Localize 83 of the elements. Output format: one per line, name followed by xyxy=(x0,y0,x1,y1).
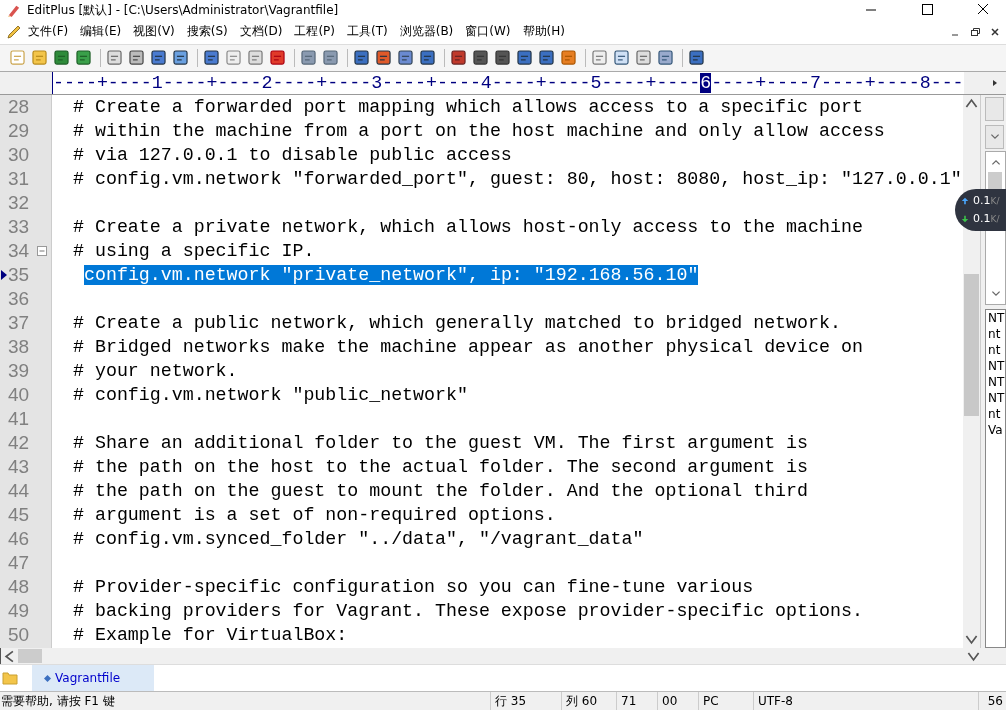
code-line: # Create a public network, which generally matched to bridged network. xyxy=(73,312,841,333)
code-line: # backing providers for Vagrant. These expose provider-specific options. xyxy=(73,600,863,621)
code-line: # the path on the guest to mount the folder. And the optional third xyxy=(73,480,809,501)
scrollbar-thumb[interactable] xyxy=(18,649,42,664)
line-number: 41 xyxy=(8,407,30,430)
code-line: # Create a private network, which allows host-only access to the machine xyxy=(73,216,863,237)
diamond-icon xyxy=(44,674,51,682)
code-line: # Bridged networks make the machine appear as another physical device on xyxy=(73,336,863,357)
code-line: # Provider-specific configuration so you can fine-tune various xyxy=(73,576,754,597)
status-field: 列 60 xyxy=(566,692,598,710)
line-number: 48 xyxy=(8,575,30,598)
code-line: # Share an additional folder to the guest VM. The first argument is xyxy=(73,432,809,453)
file-list-item[interactable]: Va xyxy=(986,421,1005,438)
status-field: UTF-8 xyxy=(758,694,793,708)
menu-item[interactable]: 编辑(E) xyxy=(80,23,122,41)
line-number: 37 xyxy=(8,311,30,334)
line-number: 44 xyxy=(8,479,30,502)
menu-item[interactable]: 窗口(W) xyxy=(465,23,511,41)
line-number: 28 xyxy=(8,95,30,118)
menu-item[interactable]: 工程(P) xyxy=(294,23,335,41)
menu-item[interactable]: 工具(T) xyxy=(347,23,388,41)
download-speed: 0.1 xyxy=(973,212,991,226)
speed-unit: K/ xyxy=(990,213,1000,224)
status-field: 56 xyxy=(987,694,1003,708)
code-line: # within the machine from a port on the host machine and only allow access xyxy=(73,120,885,141)
download-arrow-icon xyxy=(961,214,969,223)
menu-item[interactable]: 文件(F) xyxy=(28,23,69,41)
line-number: 42 xyxy=(8,431,30,454)
upload-speed: 0.1 xyxy=(973,194,991,208)
upload-arrow-icon xyxy=(961,196,969,205)
code-line: # argument is a set of non-required options. xyxy=(73,504,556,525)
menu-item[interactable]: 浏览器(B) xyxy=(399,23,454,41)
code-line: # the path on the host to the actual folder. The second argument is xyxy=(73,456,809,477)
file-list-item[interactable]: NT xyxy=(986,357,1005,374)
code-line: # your network. xyxy=(73,360,238,381)
status-field: 71 xyxy=(621,694,637,708)
speed-unit: K/ xyxy=(990,195,1000,206)
line-number: 30 xyxy=(8,143,30,166)
line-number: 50 xyxy=(8,623,30,646)
line-number: 34 xyxy=(8,239,30,262)
line-number: 38 xyxy=(8,335,30,358)
code-line: # via 127.0.0.1 to disable public access xyxy=(73,144,512,165)
menu-item[interactable]: 搜索(S) xyxy=(186,23,228,41)
status-field: 行 35 xyxy=(495,692,527,710)
scrollbar-thumb[interactable] xyxy=(988,171,1003,190)
file-list-item[interactable]: nt xyxy=(986,325,1005,342)
line-number: 32 xyxy=(8,191,30,214)
line-number: 33 xyxy=(8,215,30,238)
menu-item[interactable]: 视图(V) xyxy=(133,23,175,41)
file-list-item[interactable]: NT xyxy=(986,373,1005,390)
line-number: 43 xyxy=(8,455,30,478)
scrollbar-thumb[interactable] xyxy=(964,273,980,416)
file-tab[interactable]: Vagrantfile xyxy=(32,665,154,691)
line-number: 29 xyxy=(8,119,30,142)
line-number: 46 xyxy=(8,527,30,550)
line-number: 47 xyxy=(8,551,30,574)
code-line: # config.vm.network "public_network" xyxy=(73,384,468,405)
line-number: 39 xyxy=(8,359,30,382)
line-number: 40 xyxy=(8,383,30,406)
window-title: EditPlus [默认] - [C:\Users\Administrator\Vagrantfile] xyxy=(27,1,339,19)
code-line: # using a specific IP. xyxy=(73,240,315,261)
column-ruler: ----+----1----+----2----+----3----+----4----+----5----+----6----+----7----+----8--- xyxy=(52,71,964,94)
status-field: 00 xyxy=(662,694,678,708)
line-number: 31 xyxy=(8,167,30,190)
file-list-item[interactable]: NT xyxy=(986,309,1005,326)
code-line: # config.vm.network "forwarded_port", guest: 80, host: 8080, host_ip: "127.0.0.1" xyxy=(73,168,962,189)
menu-item[interactable]: 文档(D) xyxy=(239,23,283,41)
line-number: 49 xyxy=(8,599,30,622)
code-line: # Example for VirtualBox: xyxy=(73,624,348,645)
pencil-icon xyxy=(6,23,22,40)
status-field: PC xyxy=(703,694,719,708)
selected-text: config.vm.network "private_network", ip: "192.168.56.10" xyxy=(84,264,699,285)
fold-icon[interactable] xyxy=(37,245,47,256)
file-list-item[interactable]: NT xyxy=(986,389,1005,406)
line-number: 45 xyxy=(8,503,30,526)
menu-item[interactable]: 帮助(H) xyxy=(522,23,565,41)
file-list-item[interactable]: nt xyxy=(986,405,1005,422)
file-list-item[interactable]: nt xyxy=(986,341,1005,358)
line-number: 35 xyxy=(8,263,30,286)
code-line: # Create a forwarded port mapping which allows access to a specific port xyxy=(73,96,863,117)
status-help-text: 需要帮助, 请按 F1 键 xyxy=(0,692,115,710)
code-line: # config.vm.synced_folder "../data", "/vagrant_data" xyxy=(73,528,644,549)
line-number: 36 xyxy=(8,287,30,310)
